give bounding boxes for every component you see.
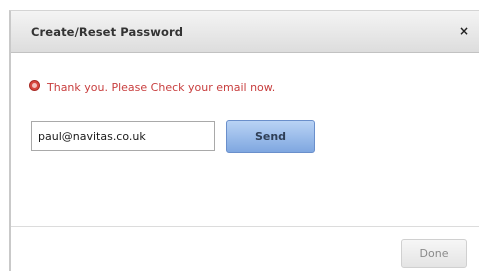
reset-password-dialog: Create/Reset Password × Thank you. Pleas… [9, 10, 479, 271]
close-icon[interactable]: × [457, 22, 471, 40]
send-button[interactable]: Send [226, 120, 315, 153]
email-field[interactable] [31, 121, 215, 151]
done-button[interactable]: Done [401, 239, 467, 268]
error-circle-icon [29, 79, 40, 91]
dialog-titlebar: Create/Reset Password × [11, 11, 479, 53]
status-message: Thank you. Please Check your email now. [29, 79, 275, 95]
dialog-title: Create/Reset Password [31, 25, 184, 39]
footer-divider [11, 226, 479, 227]
status-message-text: Thank you. Please Check your email now. [47, 80, 276, 94]
